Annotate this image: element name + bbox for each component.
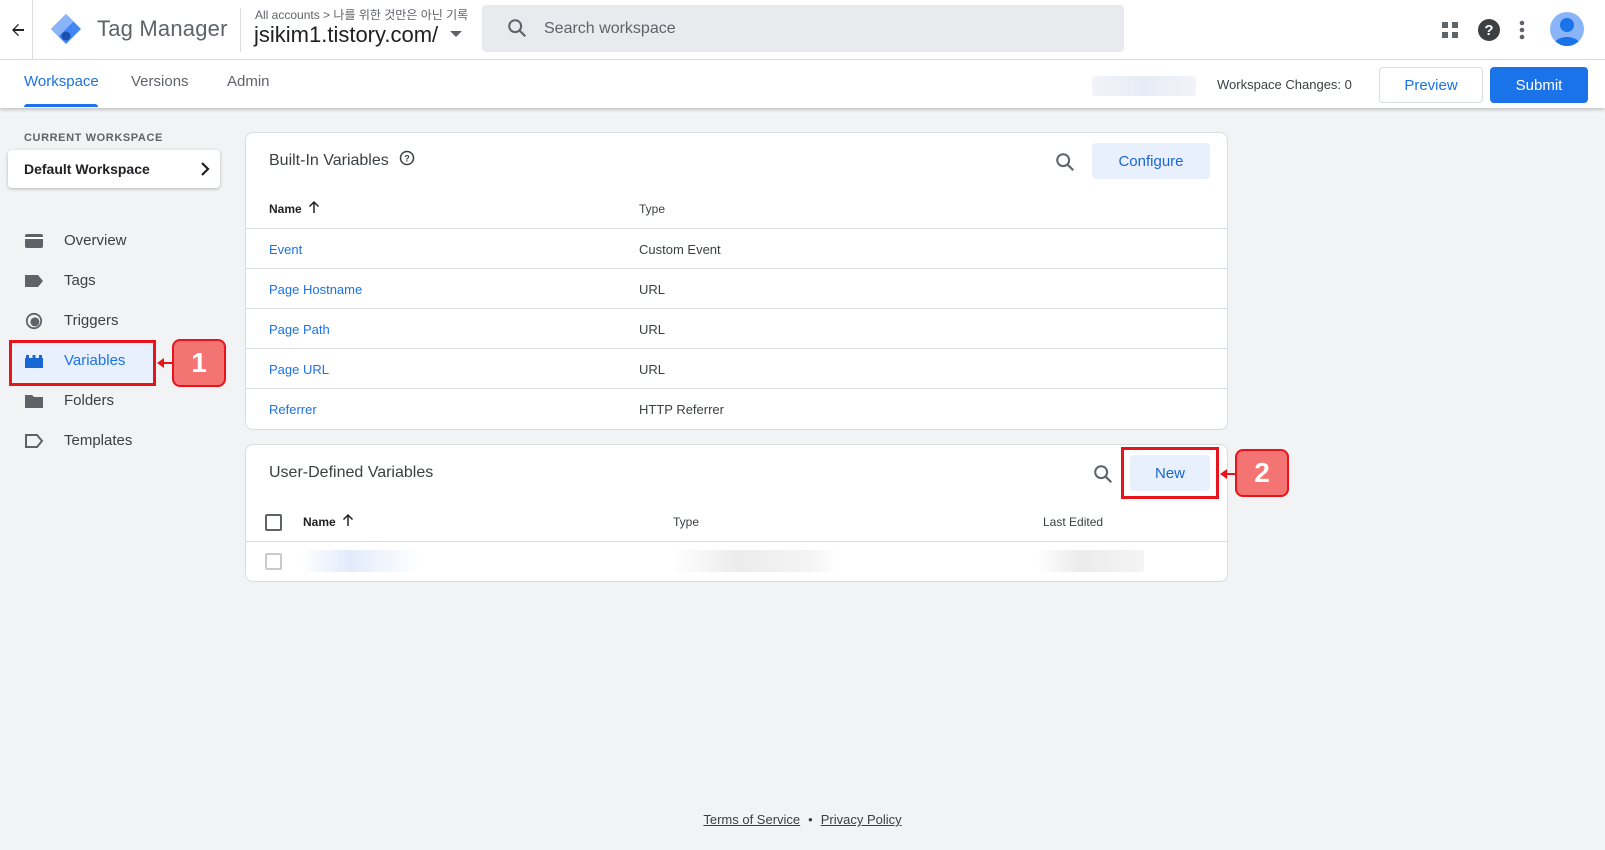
variable-type: Custom Event [639, 242, 721, 257]
workspace-status-placeholder [1092, 76, 1196, 96]
row-checkbox[interactable] [265, 553, 282, 570]
help-icon[interactable]: ? [1475, 16, 1503, 44]
svg-text:?: ? [1484, 22, 1493, 39]
privacy-policy-link[interactable]: Privacy Policy [821, 812, 902, 827]
search-icon[interactable] [1054, 151, 1076, 173]
tag-icon [25, 275, 43, 287]
user-defined-variables-card: User-Defined Variables New Name Type Las… [245, 444, 1228, 582]
annotation-badge-2: 2 [1235, 449, 1289, 497]
tab-versions[interactable]: Versions [131, 60, 189, 108]
column-header-label: Name [269, 202, 302, 216]
footer-separator: • [808, 812, 813, 827]
column-header-name[interactable]: Name [269, 200, 320, 216]
search-icon[interactable] [1092, 463, 1114, 485]
blurred-variable-name [301, 550, 421, 572]
sidebar-item-label: Overview [64, 232, 127, 249]
sidebar-item-label: Tags [64, 272, 96, 289]
sidebar-item-label: Templates [64, 432, 133, 449]
variable-link-event[interactable]: Event [269, 242, 302, 257]
workspace-name: Default Workspace [24, 161, 150, 177]
search-input[interactable] [544, 5, 1104, 52]
column-header-last-edited[interactable]: Last Edited [1043, 515, 1103, 529]
tag-manager-logo-icon[interactable] [50, 13, 82, 45]
overview-icon [25, 234, 43, 248]
tab-workspace[interactable]: Workspace [24, 60, 99, 108]
chevron-right-icon [201, 162, 210, 176]
annotation-highlight-variables [9, 340, 156, 386]
chevron-down-icon[interactable] [450, 31, 462, 37]
active-tab-indicator [24, 104, 98, 107]
arrow-back-icon[interactable] [6, 18, 30, 42]
divider [32, 0, 33, 60]
apps-grid-icon[interactable] [1436, 16, 1464, 44]
sidebar-item-templates[interactable]: Templates [14, 421, 154, 461]
footer: Terms of Service • Privacy Policy [0, 812, 1605, 827]
annotation-arrow-head [1220, 469, 1227, 479]
workspace-changes-count: Workspace Changes: 0 [1217, 77, 1352, 92]
search-icon [508, 19, 527, 38]
annotation-highlight-new-button [1121, 447, 1219, 499]
select-all-checkbox[interactable] [265, 514, 282, 531]
blurred-last-edited [1036, 550, 1144, 572]
built-in-variables-title: Built-In Variables [269, 152, 389, 169]
divider [246, 541, 1227, 542]
variable-type: HTTP Referrer [639, 402, 724, 417]
breadcrumb-all-accounts[interactable]: All accounts [255, 8, 320, 22]
template-icon [25, 434, 44, 448]
more-vert-icon[interactable] [1508, 16, 1536, 44]
sidebar-item-triggers[interactable]: Triggers [14, 301, 154, 341]
variable-type: URL [639, 282, 666, 297]
sidebar-item-tags[interactable]: Tags [14, 261, 154, 301]
workspace-selector[interactable]: Default Workspace [8, 150, 220, 188]
avatar[interactable] [1550, 12, 1584, 46]
help-outline-icon[interactable]: ? [399, 150, 415, 166]
container-selector[interactable]: jsikim1.tistory.com/ [254, 22, 438, 48]
breadcrumb-separator: > [323, 8, 331, 22]
configure-button[interactable]: Configure [1092, 143, 1210, 179]
svg-text:?: ? [404, 154, 410, 164]
column-header-name[interactable]: Name [303, 513, 354, 529]
divider [246, 228, 1227, 229]
variable-link-page-hostname[interactable]: Page Hostname [269, 282, 362, 297]
divider [246, 268, 1227, 269]
variable-type: URL [639, 362, 666, 377]
annotation-arrow-head [157, 358, 164, 368]
variable-link-page-url[interactable]: Page URL [269, 362, 329, 377]
top-app-bar: Tag Manager All accounts > 나를 위한 것만은 아닌 … [0, 0, 1605, 60]
variable-link-referrer[interactable]: Referrer [269, 402, 317, 417]
built-in-variables-card: Built-In Variables ? Configure Name Type… [245, 132, 1228, 430]
variable-link-page-path[interactable]: Page Path [269, 322, 330, 337]
divider [246, 308, 1227, 309]
column-header-label: Name [303, 515, 336, 529]
breadcrumb[interactable]: All accounts > 나를 위한 것만은 아닌 기록 [255, 6, 468, 23]
terms-of-service-link[interactable]: Terms of Service [703, 812, 800, 827]
column-header-type[interactable]: Type [673, 515, 699, 529]
divider [246, 348, 1227, 349]
search-bar[interactable] [482, 5, 1124, 52]
arrow-upward-icon [342, 513, 354, 526]
divider [246, 388, 1227, 389]
blurred-variable-type [671, 550, 841, 572]
trigger-icon [25, 312, 43, 330]
preview-button[interactable]: Preview [1379, 67, 1483, 103]
sidebar-item-label: Triggers [64, 312, 119, 329]
folder-icon [25, 395, 43, 408]
divider [240, 8, 241, 52]
app-name: Tag Manager [97, 16, 228, 41]
annotation-badge-1: 1 [172, 339, 226, 387]
sidebar-item-label: Folders [64, 392, 115, 409]
variable-type: URL [639, 322, 666, 337]
arrow-upward-icon [308, 200, 320, 213]
sidebar-item-folders[interactable]: Folders [14, 381, 154, 421]
tab-admin[interactable]: Admin [227, 60, 270, 108]
breadcrumb-account[interactable]: 나를 위한 것만은 아닌 기록 [333, 8, 468, 22]
column-header-type[interactable]: Type [639, 202, 665, 216]
sidebar-item-overview[interactable]: Overview [14, 221, 154, 261]
current-workspace-label: CURRENT WORKSPACE [24, 132, 163, 144]
submit-button[interactable]: Submit [1490, 67, 1588, 103]
tab-bar: Workspace Versions Admin Workspace Chang… [0, 60, 1605, 108]
user-defined-variables-title: User-Defined Variables [269, 464, 434, 481]
